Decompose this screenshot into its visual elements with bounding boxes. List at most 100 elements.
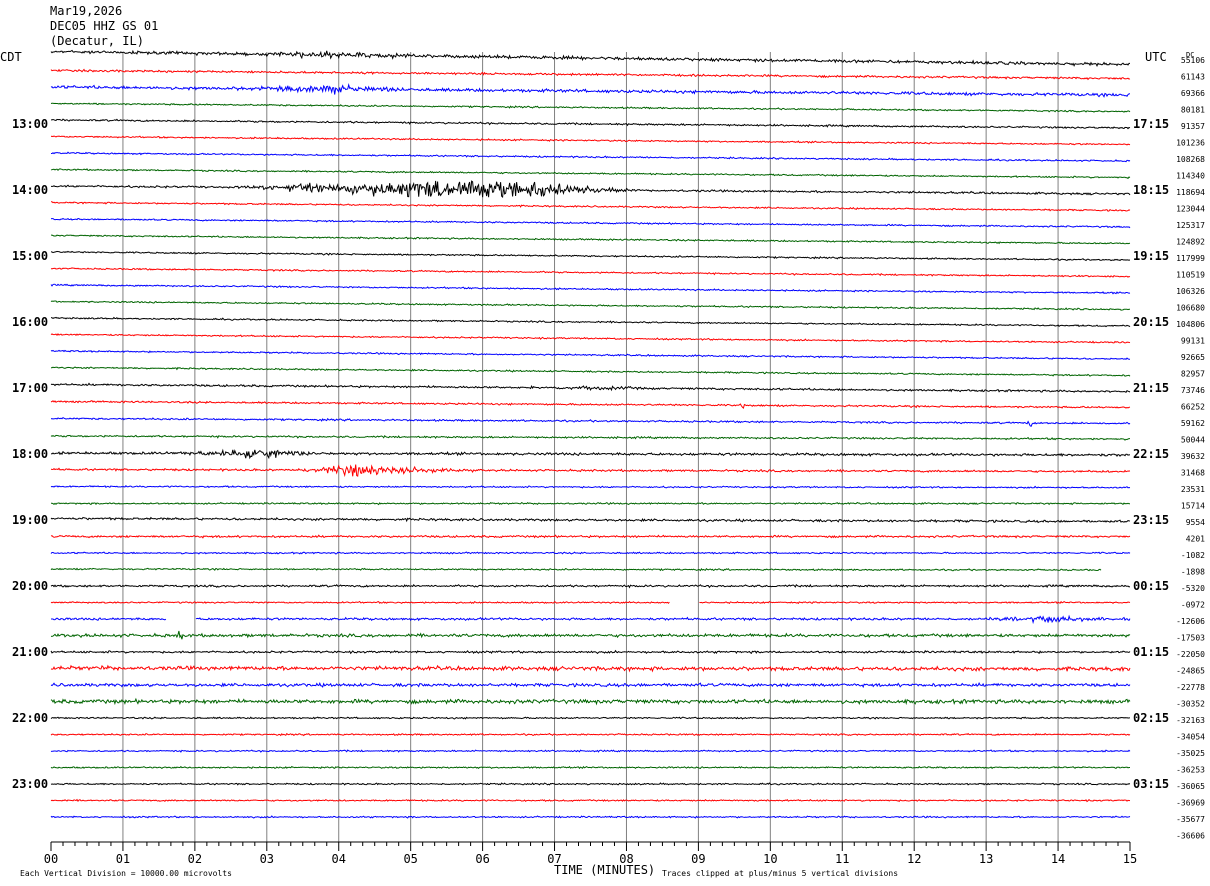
dc-offset-label: 99131: [1181, 337, 1205, 346]
dc-offset-label: 92665: [1181, 353, 1205, 362]
right-hour-label: 18:15: [1133, 183, 1169, 197]
dc-offset-label: -36253: [1176, 766, 1205, 775]
dc-offset-label: -1082: [1181, 551, 1205, 560]
dc-offset-label: 9554: [1186, 518, 1205, 527]
footer-clip-note: Traces clipped at plus/minus 5 vertical …: [662, 869, 898, 878]
dc-offset-label: 110519: [1176, 271, 1205, 280]
right-axis-label: UTC: [1145, 50, 1167, 64]
trace-14-segment-0: [50, 283, 1131, 295]
trace-34-segment-1: [195, 614, 1131, 625]
x-tick-label: 04: [332, 852, 346, 866]
trace-22-segment-0: [50, 416, 1131, 427]
right-hour-label: 17:15: [1133, 117, 1169, 131]
trace-9-segment-0: [51, 201, 1131, 212]
dc-offset-label: -17503: [1176, 634, 1205, 643]
dc-offset-label: 125317: [1176, 221, 1205, 230]
x-tick-label: 15: [1123, 852, 1137, 866]
helicorder-plot: Mar19,2026 DEC05 HHZ GS 01 (Decatur, IL)…: [0, 4, 1205, 878]
trace-19-segment-0: [51, 366, 1131, 377]
left-axis-label: CDT: [0, 50, 22, 64]
dc-offset-label: -32163: [1176, 716, 1205, 725]
dc-offset-label: -36969: [1176, 799, 1205, 808]
trace-32-segment-0: [50, 583, 1131, 589]
header-station: DEC05 HHZ GS 01: [50, 19, 158, 33]
right-hour-label: 02:15: [1133, 711, 1169, 725]
trace-8-segment-0: [51, 180, 1131, 199]
dc-offset-label: -35677: [1176, 815, 1205, 824]
trace-30-segment-0: [50, 551, 1131, 555]
dc-offset-label: -36065: [1176, 782, 1205, 791]
trace-12-segment-0: [50, 250, 1131, 262]
trace-18-segment-0: [50, 349, 1131, 360]
dc-offset-label: 31468: [1181, 469, 1205, 478]
footer-scale-note: Each Vertical Division = 10000.00 microv…: [20, 869, 232, 878]
trace-23-segment-0: [50, 434, 1130, 441]
trace-1-segment-0: [50, 68, 1131, 81]
dc-offset-label: 50044: [1181, 436, 1205, 445]
trace-17-segment-0: [50, 333, 1131, 344]
dc-offset-label: -34054: [1176, 733, 1205, 742]
trace-31-segment-0: [50, 567, 1102, 572]
dc-offset-label: 106680: [1176, 304, 1205, 313]
dc-offset-label: 114340: [1176, 172, 1205, 181]
trace-26-segment-0: [50, 484, 1131, 490]
trace-35-segment-0: [50, 630, 1131, 640]
dc-offset-label: -0972: [1181, 601, 1205, 610]
dc-offset-label: -1898: [1181, 568, 1205, 577]
trace-5-segment-0: [50, 135, 1131, 146]
right-hour-label: 23:15: [1133, 513, 1169, 527]
left-hour-label: 18:00: [12, 447, 48, 461]
dc-offset-label: 66252: [1181, 403, 1205, 412]
x-tick-label: 05: [403, 852, 417, 866]
dc-offset-label: 55106: [1181, 56, 1205, 65]
dc-offset-label: 123044: [1176, 205, 1205, 214]
dc-offset-label: 73746: [1181, 386, 1205, 395]
trace-10-segment-0: [50, 217, 1131, 229]
trace-34-segment-0: [51, 617, 167, 621]
dc-offset-label: 106326: [1176, 287, 1205, 296]
left-hour-label: 22:00: [12, 711, 48, 725]
trace-4-segment-0: [51, 118, 1131, 130]
dc-offset-label: -36606: [1176, 832, 1205, 841]
left-hour-label: 21:00: [12, 645, 48, 659]
header-date: Mar19,2026: [50, 4, 122, 18]
dc-offset-label: 23531: [1181, 485, 1205, 494]
trace-28-segment-0: [50, 516, 1131, 524]
dc-offset-label: 104806: [1176, 320, 1205, 329]
right-hour-label: 03:15: [1133, 777, 1169, 791]
x-tick-label: 01: [116, 852, 130, 866]
trace-46-segment-0: [50, 815, 1131, 819]
trace-2-segment-0: [50, 82, 1131, 98]
trace-44-segment-0: [50, 782, 1131, 786]
dc-offset-label: 61143: [1181, 73, 1205, 82]
right-hour-label: 21:15: [1133, 381, 1169, 395]
trace-group: [50, 49, 1131, 819]
footer-x-axis-title: TIME (MINUTES): [554, 863, 655, 877]
right-hour-label: 20:15: [1133, 315, 1169, 329]
dc-offset-label: -30352: [1176, 700, 1205, 709]
left-hour-label: 15:00: [12, 249, 48, 263]
x-tick-label: 02: [188, 852, 202, 866]
dc-offset-label: 118694: [1176, 188, 1205, 197]
trace-25-segment-0: [50, 464, 1131, 478]
left-hour-label: 23:00: [12, 777, 48, 791]
dc-offset-label: -22050: [1176, 650, 1205, 659]
helicorder-page: Mar19,2026 DEC05 HHZ GS 01 (Decatur, IL)…: [0, 0, 1210, 886]
left-hour-label: 20:00: [12, 579, 48, 593]
dc-offset-label: -35025: [1176, 749, 1205, 758]
left-hour-label: 14:00: [12, 183, 48, 197]
dc-offset-label: -24865: [1176, 667, 1205, 676]
dc-offset-labels: 55106 61143 69366 80181 91357 101236 108268 114…: [1176, 56, 1205, 841]
dc-offset-label: 4201: [1186, 535, 1205, 544]
dc-offset-label: 39632: [1181, 452, 1205, 461]
left-hour-label: 19:00: [12, 513, 48, 527]
trace-7-segment-0: [50, 168, 1131, 180]
dc-offset-label: 59162: [1181, 419, 1205, 428]
trace-33-segment-0: [50, 600, 670, 605]
trace-38-segment-0: [50, 681, 1131, 689]
trace-15-segment-0: [50, 300, 1131, 311]
dc-offset-label: -22778: [1176, 683, 1205, 692]
x-tick-label: 09: [691, 852, 705, 866]
trace-37-segment-0: [50, 664, 1131, 673]
dc-offset-label: 15714: [1181, 502, 1205, 511]
